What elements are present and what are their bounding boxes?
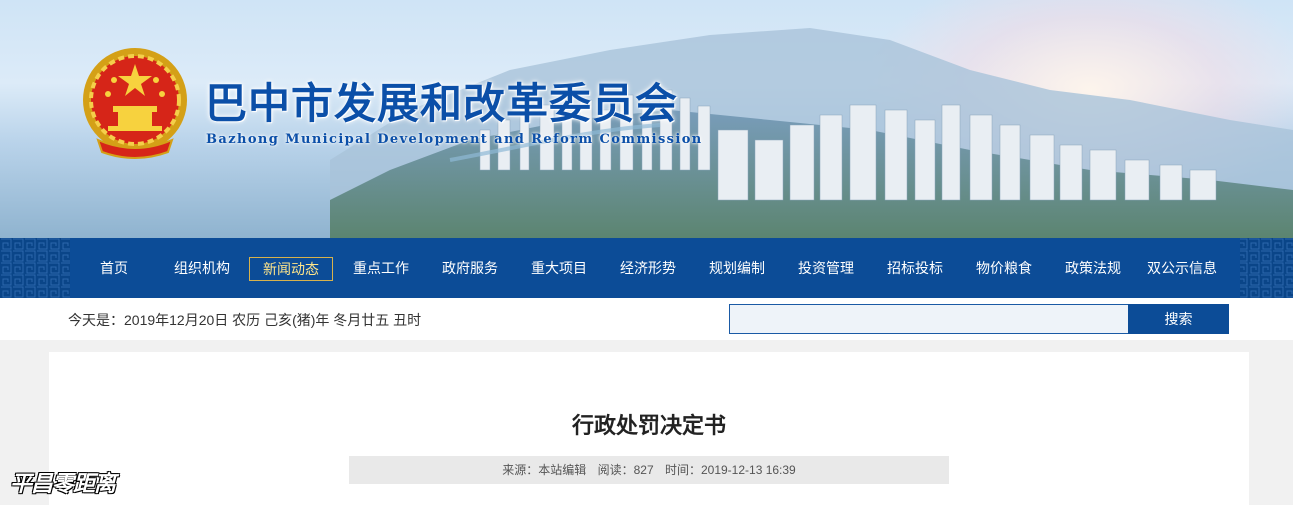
- national-emblem-icon: [83, 48, 187, 159]
- nav-item-investment[interactable]: 投资管理: [795, 257, 857, 281]
- watermark-logo: 平昌零距离: [10, 471, 116, 497]
- article-reads: 阅读：827: [597, 463, 654, 477]
- nav-item-news[interactable]: 新闻动态: [249, 257, 333, 281]
- article-source: 来源：本站编辑: [502, 463, 587, 477]
- main-nav: 首页 组织机构 新闻动态 重点工作 政府服务 重大项目 经济形势 规划编制 投资…: [0, 238, 1293, 298]
- site-title: 巴中市发展和改革委员会: [205, 79, 679, 128]
- nav-item-bidding[interactable]: 招标投标: [884, 257, 946, 281]
- header-banner: 巴中市发展和改革委员会 Bazhong Municipal Developmen…: [0, 0, 1293, 238]
- nav-item-economy[interactable]: 经济形势: [617, 257, 679, 281]
- search-input[interactable]: [729, 304, 1129, 334]
- nav-item-gov-service[interactable]: 政府服务: [439, 257, 501, 281]
- current-date: 今天是：2019年12月20日 农历 己亥(猪)年 冬月廿五 丑时: [68, 312, 422, 328]
- nav-item-organization[interactable]: 组织机构: [172, 257, 232, 281]
- info-bar: 今天是：2019年12月20日 农历 己亥(猪)年 冬月廿五 丑时 搜索: [0, 298, 1293, 340]
- nav-item-major-projects[interactable]: 重大项目: [528, 257, 590, 281]
- search-button[interactable]: 搜索: [1128, 304, 1229, 334]
- nav-item-home[interactable]: 首页: [87, 257, 141, 281]
- nav-item-planning[interactable]: 规划编制: [706, 257, 768, 281]
- nav-item-prices-grain[interactable]: 物价粮食: [973, 257, 1035, 281]
- article-title: 行政处罚决定书: [571, 414, 726, 439]
- article-time: 时间：2019-12-13 16:39: [664, 463, 796, 477]
- article-meta: 来源：本站编辑 阅读：827 时间：2019-12-13 16:39: [349, 456, 949, 484]
- nav-inner: 首页 组织机构 新闻动态 重点工作 政府服务 重大项目 经济形势 规划编制 投资…: [70, 238, 1240, 298]
- article-panel: 行政处罚决定书 来源：本站编辑 阅读：827 时间：2019-12-13 16:…: [49, 352, 1249, 505]
- site-subtitle: Bazhong Municipal Development and Reform…: [206, 132, 703, 147]
- nav-item-policy[interactable]: 政策法规: [1062, 257, 1124, 281]
- nav-item-double-disclosure[interactable]: 双公示信息: [1144, 257, 1220, 281]
- nav-item-key-work[interactable]: 重点工作: [350, 257, 412, 281]
